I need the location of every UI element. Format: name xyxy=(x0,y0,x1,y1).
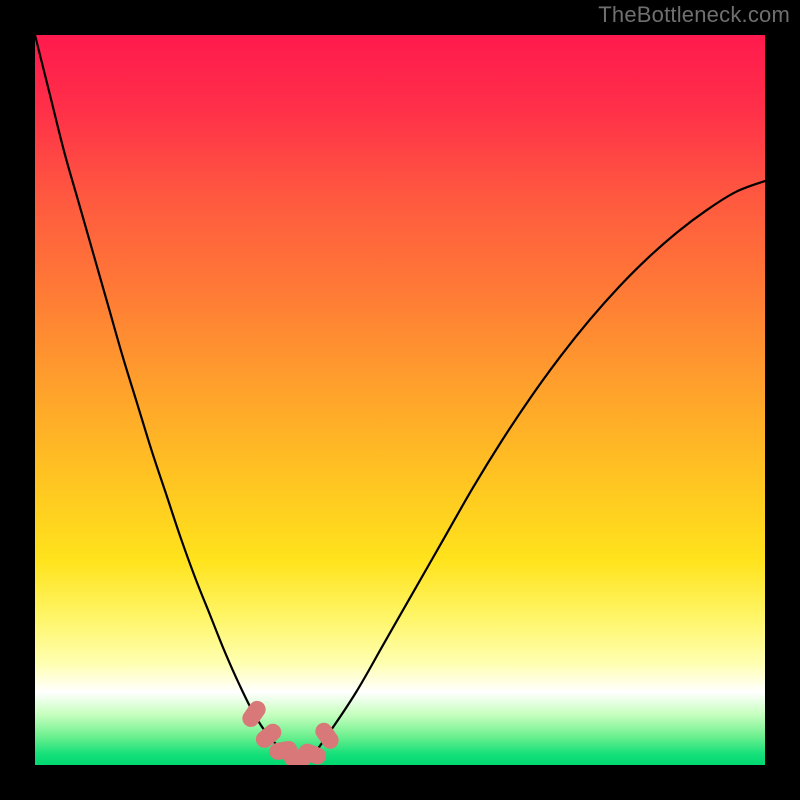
watermark-text: TheBottleneck.com xyxy=(598,2,790,28)
gradient-background xyxy=(35,35,765,765)
chart-svg xyxy=(35,35,765,765)
chart-frame: TheBottleneck.com xyxy=(0,0,800,800)
plot-area xyxy=(35,35,765,765)
